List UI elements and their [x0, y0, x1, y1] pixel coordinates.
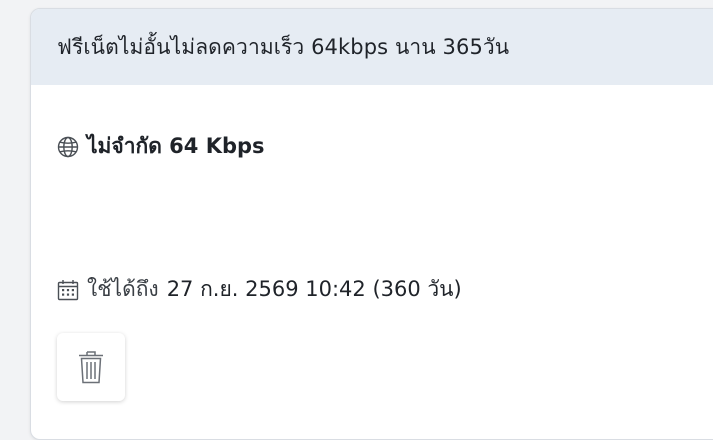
trash-icon — [77, 349, 105, 385]
delete-button[interactable] — [57, 333, 125, 401]
expiry-row: ใช้ได้ถึง 27 ก.ย. 2569 10:42 (360 วัน) — [57, 273, 462, 306]
package-title: ฟรีเน็ตไม่อั้นไม่ลดความเร็ว 64kbps นาน 3… — [57, 34, 510, 59]
expiry-prefix: ใช้ได้ถึง — [87, 277, 159, 301]
globe-icon — [57, 136, 79, 158]
calendar-icon — [57, 279, 79, 301]
card-header: ฟรีเน็ตไม่อั้นไม่ลดความเร็ว 64kbps นาน 3… — [31, 9, 713, 85]
speed-label: ไม่จำกัด 64 Kbps — [87, 134, 265, 158]
package-card: ฟรีเน็ตไม่อั้นไม่ลดความเร็ว 64kbps นาน 3… — [30, 8, 713, 440]
speed-row: ไม่จำกัด 64 Kbps — [57, 130, 265, 163]
expiry-date: 27 ก.ย. 2569 10:42 (360 วัน) — [166, 277, 462, 301]
